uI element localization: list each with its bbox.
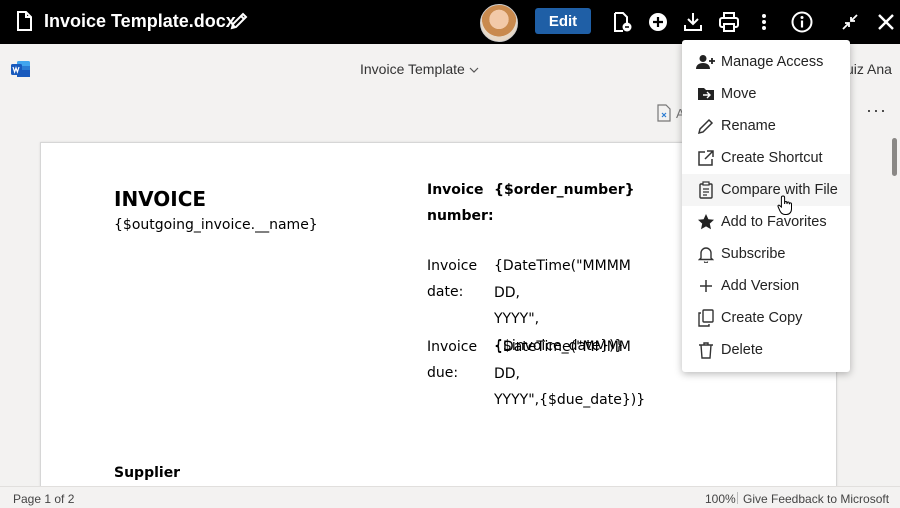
- outgoing-invoice-name: {$outgoing_invoice.__name}: [114, 217, 318, 233]
- invoice-due-label-line: due:: [427, 365, 459, 381]
- menu-item-move[interactable]: Move: [682, 78, 850, 110]
- invoice-date-label: Invoice date:: [427, 253, 487, 305]
- invoice-date-label-line: Invoice: [427, 258, 478, 274]
- top-bar: Invoice Template.docx Edit: [0, 0, 900, 44]
- menu-item-subscribe[interactable]: Subscribe: [682, 238, 850, 270]
- more-actions-menu: Manage Access Move Rename Create Shortcu…: [682, 40, 850, 372]
- menu-item-create-shortcut[interactable]: Create Shortcut: [682, 142, 850, 174]
- invoice-due-value-line: {DateTime("MMMM: [494, 339, 631, 355]
- menu-item-delete[interactable]: Delete: [682, 334, 850, 366]
- feedback-link[interactable]: Give Feedback to Microsoft: [743, 492, 889, 506]
- invoice-due-value: {DateTime("MMMM DD, YYYY",{$due_date})}: [494, 334, 654, 414]
- supplier-heading: Supplier: [114, 465, 181, 481]
- edit-button[interactable]: Edit: [535, 8, 591, 34]
- status-divider: [737, 492, 738, 504]
- menu-item-label: Add Version: [721, 278, 800, 294]
- file-title: Invoice Template.docx: [44, 11, 236, 31]
- menu-item-label: Create Copy: [721, 310, 803, 326]
- star-icon: [695, 212, 717, 232]
- menu-item-label: Subscribe: [721, 246, 786, 262]
- document-icon: [16, 11, 32, 36]
- zoom-level[interactable]: 100%: [705, 492, 736, 506]
- menu-item-add-version[interactable]: Add Version: [682, 270, 850, 302]
- hand-cursor-icon: [777, 194, 795, 221]
- invoice-number-label-line: number:: [427, 208, 494, 224]
- trash-icon: [695, 340, 717, 360]
- file-info-icon[interactable]: [610, 10, 634, 34]
- menu-item-label: Add to Favorites: [721, 214, 827, 230]
- print-icon[interactable]: [717, 10, 741, 34]
- copy-icon: [695, 308, 717, 328]
- plus-icon: [695, 276, 717, 296]
- status-bar: Page 1 of 2 100% Give Feedback to Micros…: [0, 486, 900, 508]
- menu-item-rename[interactable]: Rename: [682, 110, 850, 142]
- user-plus-icon: [695, 52, 717, 72]
- menu-item-label: Create Shortcut: [721, 150, 823, 166]
- page-count[interactable]: Page 1 of 2: [13, 492, 74, 506]
- menu-item-label: Move: [721, 86, 757, 102]
- invoice-number-value: {$order_number}: [494, 182, 635, 198]
- ribbon-doc-icon[interactable]: [656, 104, 672, 127]
- add-circle-icon[interactable]: [646, 10, 670, 34]
- user-name[interactable]: uiz Ana: [846, 61, 892, 77]
- more-vertical-icon[interactable]: [752, 10, 776, 34]
- invoice-number-label-line: Invoice: [427, 182, 484, 198]
- clipboard-icon: [695, 180, 717, 200]
- info-icon[interactable]: [790, 10, 814, 34]
- close-icon[interactable]: [874, 10, 898, 34]
- menu-item-create-copy[interactable]: Create Copy: [682, 302, 850, 334]
- invoice-number-label: Invoice number:: [427, 177, 494, 229]
- menu-item-label: Rename: [721, 118, 776, 134]
- menu-item-label: Delete: [721, 342, 763, 358]
- collapse-icon[interactable]: [838, 10, 862, 34]
- invoice-due-value-line: DD,: [494, 365, 521, 382]
- chevron-down-icon: [469, 61, 479, 77]
- menu-item-label: Manage Access: [721, 54, 824, 70]
- document-title-dropdown[interactable]: Invoice Template: [360, 61, 479, 77]
- menu-item-compare-with-file[interactable]: Compare with File: [682, 174, 850, 206]
- invoice-due-label: Invoice due:: [427, 334, 487, 386]
- pencil-icon: [695, 116, 717, 136]
- vertical-scrollbar[interactable]: [892, 138, 897, 176]
- invoice-heading: INVOICE: [114, 187, 207, 211]
- avatar[interactable]: [480, 4, 518, 42]
- ribbon-more-icon[interactable]: ···: [866, 100, 887, 121]
- menu-item-manage-access[interactable]: Manage Access: [682, 46, 850, 78]
- invoice-date-label-line: date:: [427, 284, 464, 300]
- folder-move-icon: [695, 84, 717, 104]
- word-logo-icon: [11, 60, 31, 78]
- bell-icon: [695, 244, 717, 264]
- invoice-due-value-line: YYYY",{$due_date})}: [494, 392, 646, 408]
- menu-item-add-to-favorites[interactable]: Add to Favorites: [682, 206, 850, 238]
- invoice-date-value-line: DD,: [494, 284, 521, 301]
- download-icon[interactable]: [681, 10, 705, 34]
- document-title: Invoice Template: [360, 61, 465, 77]
- external-link-icon: [695, 148, 717, 168]
- invoice-due-label-line: Invoice: [427, 339, 478, 355]
- pencil-icon[interactable]: [228, 10, 250, 37]
- invoice-date-value-line: {DateTime("MMMM: [494, 258, 631, 274]
